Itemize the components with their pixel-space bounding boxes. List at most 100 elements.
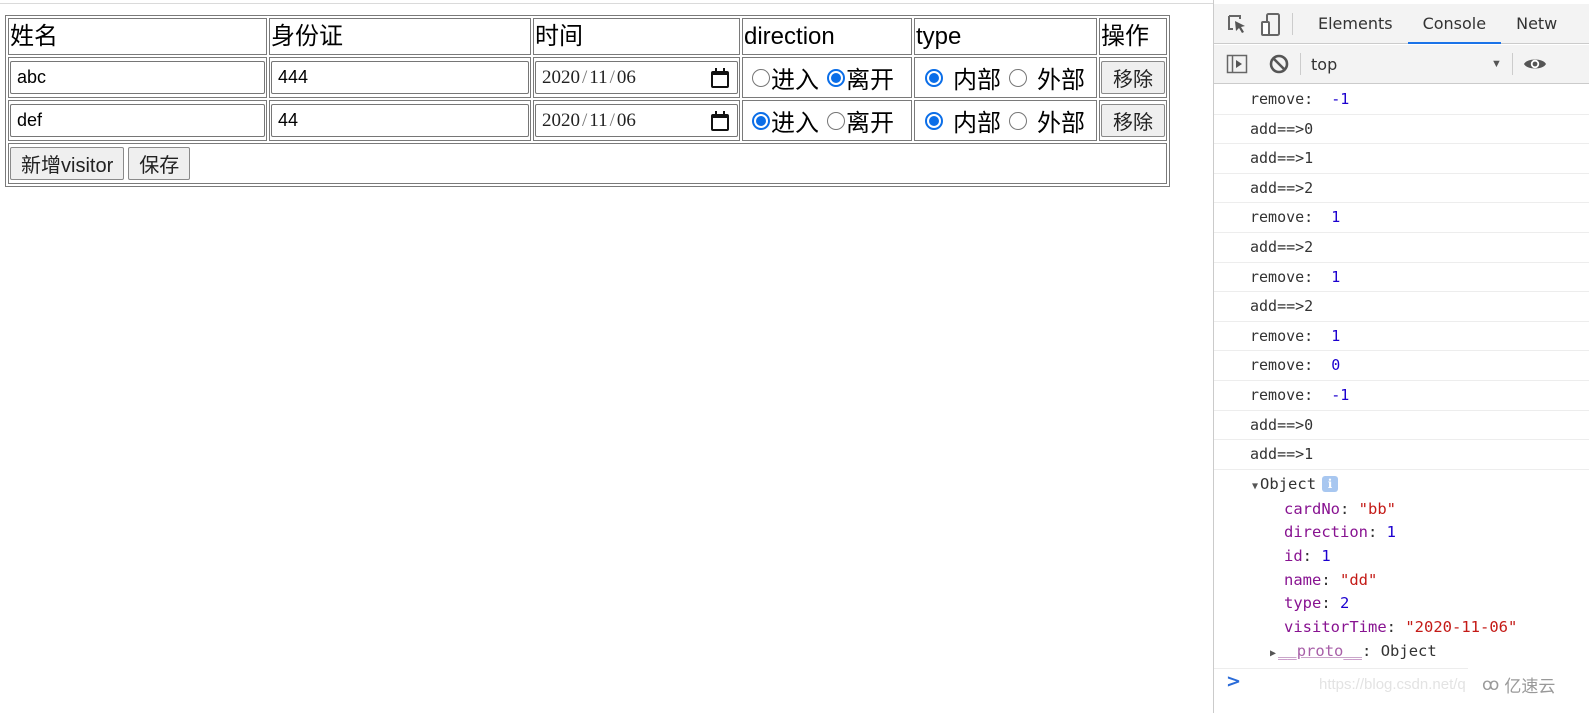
watermark-brand: ꝏ 亿速云 <box>1482 672 1556 698</box>
object-property: visitorTime: "2020-11-06" <box>1252 616 1589 640</box>
type-option-label: 外部 <box>1037 67 1085 94</box>
context-selector[interactable]: top <box>1311 55 1481 74</box>
direction-radio-0[interactable] <box>752 111 770 130</box>
type-cell: 内部 外部 <box>914 100 1097 141</box>
object-toggle[interactable]: ▼ Object i <box>1252 470 1589 498</box>
property-colon: : <box>1321 594 1340 613</box>
toolbar-divider <box>1300 53 1301 75</box>
page-content: 姓名 身份证 时间 direction type 操作 2020/11/06 进… <box>0 4 1213 713</box>
info-icon[interactable]: i <box>1322 475 1339 492</box>
direction-cell: 进入 离开 <box>742 57 912 98</box>
id-card-cell <box>269 100 531 141</box>
actions-cell: 新增visitor 保存 <box>8 143 1167 184</box>
console-log-entry: add==>2 <box>1214 174 1589 204</box>
property-value: 2 <box>1340 594 1350 613</box>
direction-radio-1[interactable] <box>827 68 845 87</box>
log-value: 1 <box>1331 267 1341 286</box>
id-card-input[interactable] <box>271 104 529 137</box>
direction-radio-0[interactable] <box>752 68 770 87</box>
direction-radio-1[interactable] <box>827 111 845 130</box>
calendar-icon[interactable] <box>711 67 729 88</box>
calendar-icon[interactable] <box>711 110 729 131</box>
direction-radio-group: 进入 离开 <box>744 61 910 94</box>
object-property: direction: 1 <box>1252 521 1589 545</box>
visitor-row: 2020/11/06 进入离开 内部 外部 移除 <box>8 100 1167 141</box>
direction-option-label: 进入 <box>771 67 819 94</box>
save-button[interactable]: 保存 <box>128 147 191 180</box>
date-input[interactable]: 2020/11/06 <box>535 104 738 137</box>
tab-elements[interactable]: Elements <box>1303 4 1408 44</box>
sidebar-toggle-icon[interactable] <box>1226 53 1248 75</box>
header-id-card: 身份证 <box>269 18 531 55</box>
console-log-entry: remove: 0 <box>1214 351 1589 381</box>
object-property: type: 2 <box>1252 592 1589 616</box>
devtools-tab-bar: Elements Console Netw <box>1214 4 1589 44</box>
header-time: 时间 <box>533 18 740 55</box>
object-divider <box>1214 663 1468 670</box>
name-input[interactable] <box>10 104 265 137</box>
object-property: cardNo: "bb" <box>1252 498 1589 522</box>
remove-button[interactable]: 移除 <box>1101 61 1165 94</box>
inspect-element-icon[interactable] <box>1226 13 1248 35</box>
proto-colon: : <box>1362 642 1381 661</box>
log-text: add==>2 <box>1250 178 1314 197</box>
type-option-label: 内部 <box>953 110 1001 137</box>
log-text: add==>1 <box>1250 445 1314 464</box>
type-radio-0[interactable] <box>925 111 943 130</box>
type-radio-0[interactable] <box>925 68 943 87</box>
visitor-table: 姓名 身份证 时间 direction type 操作 2020/11/06 进… <box>5 15 1170 187</box>
id-card-cell <box>269 57 531 98</box>
log-value: -1 <box>1331 385 1350 404</box>
object-label: Object <box>1260 474 1317 493</box>
type-option-label: 内部 <box>953 67 1001 94</box>
clear-console-icon[interactable] <box>1268 53 1290 75</box>
time-cell: 2020/11/06 <box>533 100 740 141</box>
header-actions: 操作 <box>1099 18 1167 55</box>
operation-cell: 移除 <box>1099 57 1167 98</box>
console-log-entry: remove: -1 <box>1214 85 1589 115</box>
device-toolbar-icon[interactable] <box>1260 12 1282 36</box>
object-property: id: 1 <box>1252 545 1589 569</box>
log-text: remove: <box>1250 385 1332 404</box>
console-log-entry: remove: 1 <box>1214 263 1589 293</box>
date-value: 2020/11/06 <box>542 109 636 131</box>
id-card-input[interactable] <box>271 61 529 94</box>
tab-netw[interactable]: Netw <box>1501 4 1572 44</box>
log-value: 1 <box>1331 326 1341 345</box>
visitor-row: 2020/11/06 进入离开 内部 外部 移除 <box>8 57 1167 98</box>
name-input[interactable] <box>10 61 265 94</box>
type-radio-1[interactable] <box>1009 111 1027 130</box>
toolbar-divider <box>1292 12 1293 35</box>
proto-key: __proto__ <box>1278 642 1363 661</box>
brand-text: 亿速云 <box>1504 677 1556 697</box>
console-output: remove: -1 add==>0 add==>1 add==>2 remove: 1… <box>1214 85 1589 670</box>
property-key: type <box>1284 594 1322 613</box>
log-text: add==>0 <box>1250 415 1314 434</box>
property-colon: : <box>1340 499 1359 518</box>
header-direction: direction <box>742 18 912 55</box>
collapsed-triangle-icon: ▶ <box>1270 648 1277 660</box>
property-value: 1 <box>1321 546 1331 565</box>
log-text: add==>0 <box>1250 119 1314 138</box>
eye-icon[interactable] <box>1523 53 1546 75</box>
time-cell: 2020/11/06 <box>533 57 740 98</box>
watermark-url: https://blog.csdn.net/q <box>1319 676 1466 693</box>
remove-button[interactable]: 移除 <box>1101 104 1165 137</box>
object-property: name: "dd" <box>1252 569 1589 593</box>
log-text: remove: <box>1250 208 1332 227</box>
log-text: remove: <box>1250 267 1332 286</box>
add-visitor-button[interactable]: 新增visitor <box>10 147 125 180</box>
console-log-entry: add==>2 <box>1214 292 1589 322</box>
type-radio-group: 内部 外部 <box>916 61 1095 94</box>
console-prompt-icon[interactable]: > <box>1226 671 1241 692</box>
name-cell <box>8 100 267 141</box>
date-input[interactable]: 2020/11/06 <box>535 61 738 94</box>
property-colon: : <box>1321 570 1340 589</box>
actions-row: 新增visitor 保存 <box>8 143 1167 184</box>
direction-cell: 进入 离开 <box>742 100 912 141</box>
object-proto-toggle[interactable]: ▶ __proto__: Object <box>1252 639 1589 663</box>
context-dropdown-caret-icon[interactable]: ▼ <box>1491 58 1502 70</box>
type-radio-1[interactable] <box>1009 68 1027 87</box>
property-key: cardNo <box>1284 499 1340 518</box>
tab-console[interactable]: Console <box>1407 4 1502 44</box>
